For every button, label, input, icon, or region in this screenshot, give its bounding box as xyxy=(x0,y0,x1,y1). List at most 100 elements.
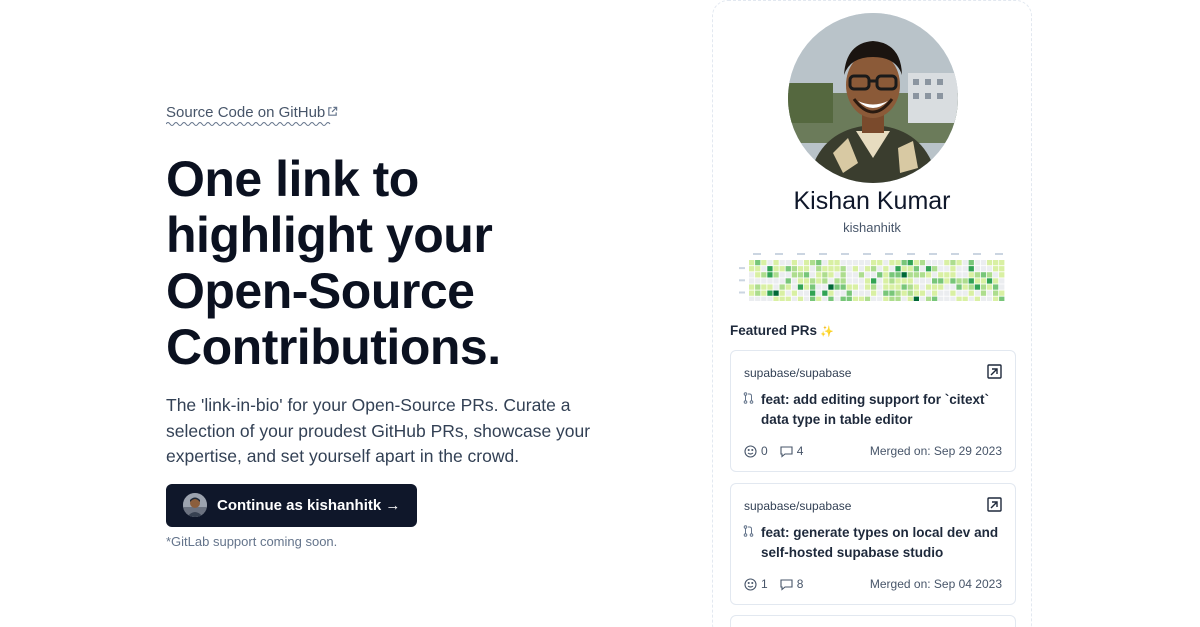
heatmap-cell xyxy=(852,284,858,290)
contribution-heatmap xyxy=(739,253,1005,301)
heatmap-cell xyxy=(974,266,980,272)
heatmap-cell xyxy=(980,284,987,290)
heatmap-cell xyxy=(919,290,926,296)
heatmap-cell xyxy=(834,266,840,272)
pr-card[interactable]: supabase/supabase feat: add editing supp… xyxy=(730,350,1016,472)
heatmap-cell xyxy=(846,296,852,301)
heatmap-cell xyxy=(755,266,761,272)
heatmap-cell xyxy=(932,272,938,278)
heatmap-cell xyxy=(889,266,895,272)
heatmap-cell xyxy=(913,284,919,290)
heatmap-cell xyxy=(950,266,956,272)
heatmap-cell xyxy=(816,266,822,272)
heatmap-cell xyxy=(858,260,865,266)
profile-username: kishanhitk xyxy=(843,220,901,235)
heatmap-cell xyxy=(822,260,828,266)
heatmap-cell xyxy=(980,278,987,284)
heatmap-cell xyxy=(968,278,974,284)
heatmap-cell xyxy=(950,290,956,296)
heatmap-cell xyxy=(968,260,974,266)
heatmap-cell xyxy=(822,296,828,301)
heatmap-cell xyxy=(797,290,804,296)
heatmap-cell xyxy=(980,266,987,272)
pr-card[interactable] xyxy=(730,615,1016,627)
heatmap-cell xyxy=(761,290,767,296)
heatmap-cell xyxy=(816,260,822,266)
heatmap-month-tick xyxy=(885,253,893,255)
headline-line-3: Open-Source xyxy=(166,263,475,319)
heatmap-cell xyxy=(858,272,865,278)
heatmap-cell xyxy=(938,296,944,301)
heatmap-cell xyxy=(901,260,907,266)
smiley-icon xyxy=(744,444,757,458)
heatmap-cell xyxy=(901,284,907,290)
heatmap-cell xyxy=(895,290,901,296)
heatmap-cell xyxy=(749,260,755,266)
heatmap-cell xyxy=(785,278,791,284)
open-link-icon[interactable] xyxy=(987,497,1002,512)
heatmap-cell xyxy=(932,296,938,301)
heatmap-cell xyxy=(993,260,999,266)
heatmap-cell xyxy=(846,260,852,266)
heatmap-cell xyxy=(761,266,767,272)
profile-name: Kishan Kumar xyxy=(793,187,951,215)
continue-button[interactable]: Continue as kishanhitk → xyxy=(166,483,418,527)
heatmap-cell xyxy=(925,296,932,301)
heatmap-cell xyxy=(974,296,980,301)
heatmap-cell xyxy=(925,260,932,266)
heatmap-cell xyxy=(950,272,956,278)
pr-title: feat: add editing support for `citext` d… xyxy=(761,392,989,427)
heatmap-cell xyxy=(907,284,913,290)
wavy-underline xyxy=(166,122,331,126)
heatmap-cell xyxy=(767,266,773,272)
heatmap-cell xyxy=(779,278,785,284)
comments-count: 8 xyxy=(780,577,803,591)
heatmap-cell xyxy=(852,272,858,278)
heatmap-cell xyxy=(755,284,761,290)
heatmap-cell xyxy=(767,272,773,278)
heatmap-cell xyxy=(840,296,846,301)
heatmap-cell xyxy=(968,296,974,301)
heatmap-cell xyxy=(840,278,846,284)
heatmap-cell xyxy=(834,278,840,284)
heatmap-cell xyxy=(938,284,944,290)
open-link-icon[interactable] xyxy=(987,364,1002,379)
heatmap-cell xyxy=(871,266,877,272)
heatmap-cell xyxy=(877,284,883,290)
heatmap-cell xyxy=(895,272,901,278)
heatmap-cell xyxy=(883,296,889,301)
heatmap-cell xyxy=(822,266,828,272)
heatmap-cell xyxy=(785,284,791,290)
heatmap-cell xyxy=(944,284,950,290)
pr-card[interactable]: supabase/supabase feat: generate types o… xyxy=(730,483,1016,605)
heatmap-cell xyxy=(816,290,822,296)
heatmap-cell xyxy=(797,278,804,284)
heatmap-cell xyxy=(919,284,926,290)
heatmap-cell xyxy=(864,260,871,266)
heatmap-cell xyxy=(773,272,779,278)
heatmap-cell xyxy=(779,260,785,266)
heatmap-cell xyxy=(834,296,840,301)
heatmap-cell xyxy=(797,260,804,266)
heatmap-cell xyxy=(785,260,791,266)
heatmap-cell xyxy=(797,266,804,272)
pull-request-icon xyxy=(743,392,754,404)
heatmap-cell xyxy=(895,260,901,266)
heatmap-month-tick xyxy=(841,253,849,255)
heatmap-cell xyxy=(791,296,797,301)
featured-prs-label: Featured PRs xyxy=(730,323,818,338)
heatmap-cell xyxy=(944,266,950,272)
source-code-link-label: Source Code on GitHub xyxy=(166,104,326,121)
heatmap-cell xyxy=(956,278,962,284)
heatmap-cell xyxy=(749,278,755,284)
heatmap-month-tick xyxy=(753,253,761,255)
heatmap-cell xyxy=(950,296,956,301)
heatmap-cell xyxy=(810,260,816,266)
heatmap-cell xyxy=(956,290,962,296)
heatmap-cell xyxy=(755,290,761,296)
heatmap-cell xyxy=(944,260,950,266)
heatmap-cell xyxy=(962,284,968,290)
source-code-link[interactable]: Source Code on GitHub xyxy=(166,104,338,127)
heatmap-cell xyxy=(889,296,895,301)
heatmap-cell xyxy=(803,278,810,284)
